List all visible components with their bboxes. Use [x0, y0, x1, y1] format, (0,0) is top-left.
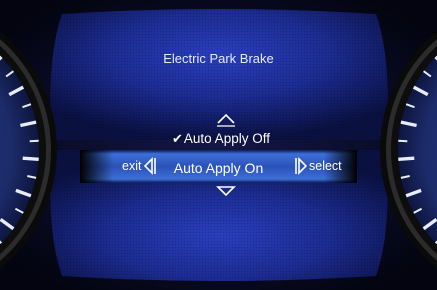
left-gauge-tick: [29, 139, 39, 143]
right-gauge-tick: [398, 156, 415, 161]
checkmark-icon: ✔: [172, 131, 183, 146]
option-auto-apply-off[interactable]: ✔Auto Apply Off: [172, 132, 270, 146]
option-label: Auto Apply Off: [183, 131, 270, 146]
right-gauge-tick: [398, 139, 408, 143]
option-auto-apply-on[interactable]: Auto Apply On: [0, 161, 437, 175]
left-gauge-tick: [22, 156, 39, 161]
select-label[interactable]: select: [309, 160, 342, 173]
exit-label[interactable]: exit: [122, 160, 141, 173]
instrument-cluster: Electric Park Brake ✔Auto Apply Off Auto…: [0, 0, 437, 290]
menu-title: Electric Park Brake: [163, 51, 274, 66]
